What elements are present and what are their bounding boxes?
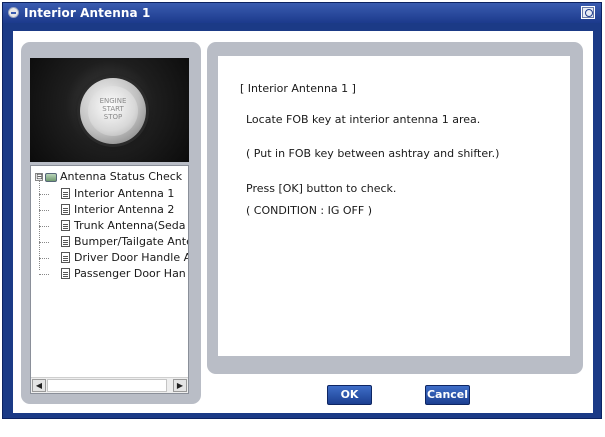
tree-item-passenger-door-handle[interactable]: Passenger Door Han — [39, 266, 188, 282]
tree-children: Interior Antenna 1 Interior Antenna 2 Tr… — [39, 186, 188, 282]
tree-item-interior-antenna-1[interactable]: Interior Antenna 1 — [39, 186, 188, 202]
document-icon — [61, 219, 70, 231]
antenna-group-icon — [45, 172, 57, 182]
document-icon — [61, 203, 70, 215]
tree-item-trunk-antenna[interactable]: Trunk Antenna(Seda — [39, 218, 188, 234]
tree-viewport: ⊟ Antenna Status Check Interior Antenna 1… — [31, 166, 188, 377]
tree-item-driver-door-handle[interactable]: Driver Door Handle A — [39, 250, 188, 266]
tree-root-label: Antenna Status Check — [60, 170, 183, 183]
instruction-line: Press [OK] button to check. — [246, 182, 397, 195]
tree-item-interior-antenna-2[interactable]: Interior Antenna 2 — [39, 202, 188, 218]
image-caption-line: ENGINE — [99, 97, 127, 105]
document-icon — [61, 235, 70, 247]
instruction-condition: ( CONDITION : IG OFF ) — [246, 204, 372, 217]
tree-item-label: Interior Antenna 2 — [74, 203, 175, 216]
tree-item-label: Passenger Door Han — [74, 267, 186, 280]
tree-item-label: Driver Door Handle A — [74, 251, 188, 264]
tree-item-bumper-tailgate[interactable]: Bumper/Tailgate Ante — [39, 234, 188, 250]
cancel-button[interactable]: Cancel — [425, 385, 470, 405]
tree-root-node[interactable]: ⊟ Antenna Status Check — [35, 170, 182, 183]
instruction-line: ( Put in FOB key between ashtray and shi… — [246, 147, 500, 160]
start-button-face: ENGINE START STOP — [88, 86, 138, 136]
left-panel: ENGINE START STOP ⊟ Antenna Status Check … — [21, 42, 201, 404]
tree-item-label: Bumper/Tailgate Ante — [74, 235, 188, 248]
scrollbar-thumb[interactable] — [47, 379, 167, 392]
scroll-right-icon[interactable]: ▶ — [173, 379, 187, 392]
antenna-tree[interactable]: ⊟ Antenna Status Check Interior Antenna 1… — [30, 165, 189, 394]
app-icon — [8, 7, 19, 18]
instruction-heading: [ Interior Antenna 1 ] — [240, 82, 356, 95]
close-icon[interactable] — [581, 6, 595, 19]
scroll-left-icon[interactable]: ◀ — [32, 379, 46, 392]
window-title: Interior Antenna 1 — [24, 6, 151, 20]
image-caption-line: START — [102, 105, 124, 113]
tree-item-label: Interior Antenna 1 — [74, 187, 175, 200]
horizontal-scrollbar[interactable]: ◀ ▶ — [31, 377, 188, 393]
start-button-ring: ENGINE START STOP — [80, 78, 146, 144]
image-caption-line: STOP — [103, 113, 123, 121]
right-panel: [ Interior Antenna 1 ] Locate FOB key at… — [207, 42, 583, 374]
ok-button[interactable]: OK — [327, 385, 372, 405]
tree-item-label: Trunk Antenna(Seda — [74, 219, 186, 232]
document-icon — [61, 187, 70, 199]
document-icon — [61, 251, 70, 263]
start-stop-button-image: ENGINE START STOP — [30, 58, 189, 162]
instruction-line: Locate FOB key at interior antenna 1 are… — [246, 113, 481, 126]
title-bar[interactable]: Interior Antenna 1 — [3, 3, 601, 23]
instruction-area: [ Interior Antenna 1 ] Locate FOB key at… — [218, 56, 570, 356]
document-icon — [61, 267, 70, 279]
